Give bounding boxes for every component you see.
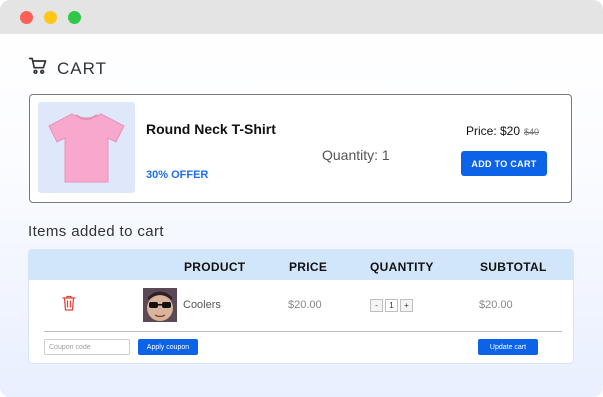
- current-price: Price: $20: [466, 124, 521, 138]
- coupon-code-input[interactable]: [44, 339, 130, 355]
- table-header: PRODUCT PRICE QUANTITY SUBTOTAL: [29, 250, 573, 280]
- cart-item-price: $20.00: [288, 299, 322, 311]
- update-cart-button[interactable]: Update cart: [478, 339, 538, 355]
- cart-item-name: Coolers: [183, 299, 221, 311]
- apply-coupon-button[interactable]: Apply coupon: [138, 339, 198, 355]
- app-window: CART Round Neck T-Shirt 30% OFFER Quanti…: [0, 0, 603, 397]
- maximize-window-button[interactable]: [68, 11, 81, 24]
- trash-icon[interactable]: [62, 295, 76, 316]
- column-header-quantity: QUANTITY: [370, 260, 434, 274]
- offer-badge: 30% OFFER: [146, 169, 209, 181]
- column-header-price: PRICE: [289, 260, 328, 274]
- product-thumbnail: [143, 288, 177, 322]
- cart-table: PRODUCT PRICE QUANTITY SUBTOTAL Coolers …: [28, 249, 574, 364]
- decrease-quantity-button[interactable]: -: [370, 299, 383, 312]
- column-header-product: PRODUCT: [184, 260, 246, 274]
- quantity-value[interactable]: 1: [385, 299, 398, 312]
- increase-quantity-button[interactable]: +: [400, 299, 413, 312]
- column-header-subtotal: SUBTOTAL: [480, 260, 547, 274]
- quantity-stepper: - 1 +: [370, 299, 415, 312]
- page-title: CART: [57, 58, 107, 78]
- minimize-window-button[interactable]: [44, 11, 57, 24]
- product-card: Round Neck T-Shirt 30% OFFER Quantity: 1…: [29, 94, 572, 203]
- cart-header: CART: [28, 56, 107, 81]
- product-name: Round Neck T-Shirt: [146, 121, 276, 137]
- original-price: $40: [524, 127, 540, 137]
- window-titlebar: [0, 0, 603, 34]
- product-price: Price: $20 $40: [466, 124, 539, 138]
- cart-items-heading: Items added to cart: [28, 223, 165, 240]
- divider: [44, 331, 562, 332]
- add-to-cart-button[interactable]: ADD TO CART: [461, 151, 547, 176]
- cart-item-subtotal: $20.00: [479, 299, 513, 311]
- shopping-cart-icon: [28, 56, 48, 81]
- product-quantity: Quantity: 1: [322, 147, 390, 163]
- tshirt-image: [38, 102, 135, 193]
- close-window-button[interactable]: [20, 11, 33, 24]
